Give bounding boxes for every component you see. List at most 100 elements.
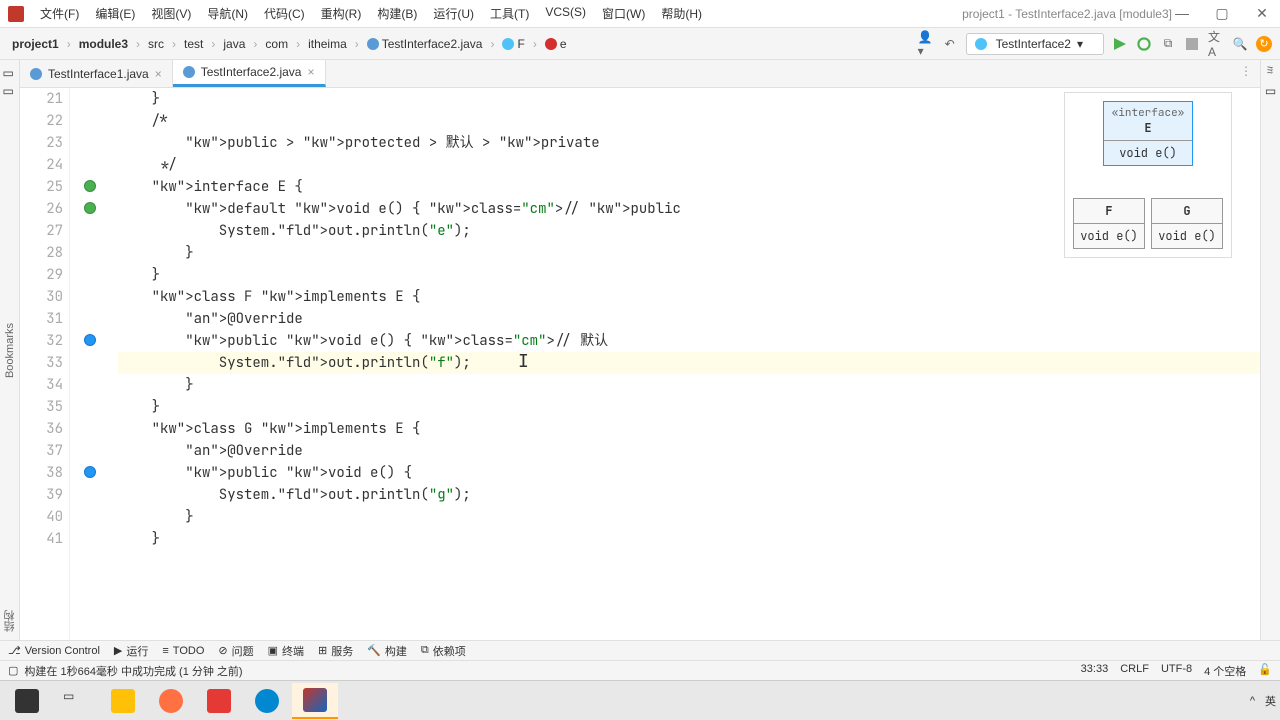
line-number-gutter: 2122232425262728293031323334353637383940… [20,88,70,640]
right-tool-stripe: m ▭ [1260,60,1280,640]
firefox-icon[interactable] [148,683,194,719]
build-status: 构建在 1秒664毫秒 中成功完成 (1 分钟 之前) [24,663,242,679]
java-file-icon [183,66,195,78]
override-icon[interactable] [84,334,96,346]
user-icon[interactable]: 👤▾ [918,36,934,52]
bc-class[interactable]: F [498,35,528,53]
line-separator[interactable]: CRLF [1120,663,1149,679]
java-file-icon [30,68,42,80]
bc-java[interactable]: java [219,35,249,53]
bc-project[interactable]: project1 [8,35,63,53]
menubar: 文件(F) 编辑(E) 视图(V) 导航(N) 代码(C) 重构(R) 构建(B… [34,2,922,25]
file-encoding[interactable]: UTF-8 [1161,663,1192,679]
stop-icon[interactable] [1184,36,1200,52]
editor-tabs: TestInterface1.java× TestInterface2.java… [20,60,1260,88]
override-icon[interactable] [84,466,96,478]
tab-testinterface2[interactable]: TestInterface2.java× [173,60,326,87]
maven-label[interactable]: m [1265,66,1277,74]
bc-file[interactable]: TestInterface2.java [363,35,487,53]
run-tool[interactable]: ▶ 运行 [114,643,148,659]
toolbar-right: 👤▾ ↶ TestInterface2 ▾ ⧉ 文A 🔍 ↻ [918,33,1272,55]
services-tool[interactable]: ⊞ 服务 [318,643,353,659]
menu-help[interactable]: 帮助(H) [655,2,708,25]
todo-tool[interactable]: ≡ TODO [162,645,204,657]
editor-area: TestInterface1.java× TestInterface2.java… [20,60,1260,640]
debug-icon[interactable] [1136,36,1152,52]
indent-setting[interactable]: 4 个空格 [1204,663,1246,679]
office-icon[interactable] [196,683,242,719]
status-bar: ▢ 构建在 1秒664毫秒 中成功完成 (1 分钟 之前) 33:33 CRLF… [0,660,1280,680]
structure-label[interactable]: 结构 [2,610,18,632]
uml-class-g[interactable]: G void e() [1151,198,1223,249]
commit-tool-icon[interactable]: ▭ [3,84,17,98]
search-icon[interactable]: 🔍 [1232,36,1248,52]
tray-expand-icon[interactable]: ^ [1250,695,1255,707]
bottom-tool-bar: ⎇ Version Control ▶ 运行 ≡ TODO ⊘ 问题 ▣ 终端 … [0,640,1280,660]
bc-itheima[interactable]: itheima [304,35,351,53]
run-config-selector[interactable]: TestInterface2 ▾ [966,33,1104,55]
menu-run[interactable]: 运行(U) [427,2,480,25]
menu-navigate[interactable]: 导航(N) [201,2,254,25]
text-cursor-icon: 𝙸 [518,350,529,373]
menu-build[interactable]: 构建(B) [371,2,423,25]
code-editor[interactable]: 2122232425262728293031323334353637383940… [20,88,1260,640]
window-controls: — ▢ ✕ [1172,5,1272,22]
explorer-icon[interactable] [100,683,146,719]
uml-class-f[interactable]: F void e() [1073,198,1145,249]
tab-testinterface1[interactable]: TestInterface1.java× [20,60,173,87]
coverage-icon[interactable]: ⧉ [1160,36,1176,52]
readonly-icon[interactable]: 🔓 [1258,663,1272,679]
start-button[interactable]: ⊞ [4,683,50,719]
update-icon[interactable]: ↻ [1256,36,1272,52]
bookmarks-label[interactable]: Bookmarks [4,323,16,378]
menu-edit[interactable]: 编辑(E) [89,2,141,25]
bc-com[interactable]: com [261,35,292,53]
dependencies-tool[interactable]: ⧉ 依赖项 [421,643,466,659]
menu-refactor[interactable]: 重构(R) [315,2,368,25]
window-title: project1 - TestInterface2.java [module3] [962,7,1172,21]
project-tool-icon[interactable]: ▭ [3,66,17,80]
breadcrumb: project1› module3› src› test› java› com›… [8,35,918,53]
status-indicator-icon[interactable]: ▢ [8,664,18,677]
version-control-tool[interactable]: ⎇ Version Control [8,644,100,657]
run-icon[interactable] [1112,36,1128,52]
menu-window[interactable]: 窗口(W) [596,2,651,25]
close-icon[interactable]: × [307,65,314,79]
edge-icon[interactable] [244,683,290,719]
translate-icon[interactable]: 文A [1208,36,1224,52]
terminal-tool[interactable]: ▣ 终端 [268,643,304,659]
uml-diagram[interactable]: «interface»E void e() F void e() G void … [1064,92,1232,258]
system-tray: ^ 英 [1250,693,1276,709]
bc-src[interactable]: src [144,35,168,53]
close-icon[interactable]: × [155,67,162,81]
cursor-position[interactable]: 33:33 [1081,663,1109,679]
menu-file[interactable]: 文件(F) [34,2,85,25]
implemented-icon[interactable] [84,202,96,214]
uml-interface-e[interactable]: «interface»E void e() [1103,101,1193,166]
minimize-button[interactable]: — [1172,5,1192,22]
menu-vcs[interactable]: VCS(S) [539,2,592,25]
notifications-icon[interactable]: ▭ [1265,84,1276,98]
windows-taskbar: ⊞ ▭ ^ 英 [0,680,1280,720]
close-button[interactable]: ✕ [1252,5,1272,22]
back-icon[interactable]: ↶ [942,36,958,52]
bc-module[interactable]: module3 [75,35,132,53]
ime-indicator[interactable]: 英 [1265,693,1276,709]
menu-code[interactable]: 代码(C) [258,2,311,25]
bc-test[interactable]: test [180,35,207,53]
intellij-icon[interactable] [292,683,338,719]
bc-method[interactable]: e [541,35,571,53]
implemented-icon[interactable] [84,180,96,192]
left-tool-stripe: ▭ ▭ Bookmarks 结构 [0,60,20,640]
main-area: ▭ ▭ Bookmarks 结构 TestInterface1.java× Te… [0,60,1280,640]
marker-gutter [70,88,110,640]
task-view-icon[interactable]: ▭ [52,683,98,719]
titlebar: 文件(F) 编辑(E) 视图(V) 导航(N) 代码(C) 重构(R) 构建(B… [0,0,1280,28]
maximize-button[interactable]: ▢ [1212,5,1232,22]
menu-tools[interactable]: 工具(T) [484,2,535,25]
problems-tool[interactable]: ⊘ 问题 [218,643,253,659]
tab-options-icon[interactable]: ⋮ [1232,60,1260,87]
menu-view[interactable]: 视图(V) [145,2,197,25]
build-tool[interactable]: 🔨 构建 [367,643,407,659]
toolbar: project1› module3› src› test› java› com›… [0,28,1280,60]
